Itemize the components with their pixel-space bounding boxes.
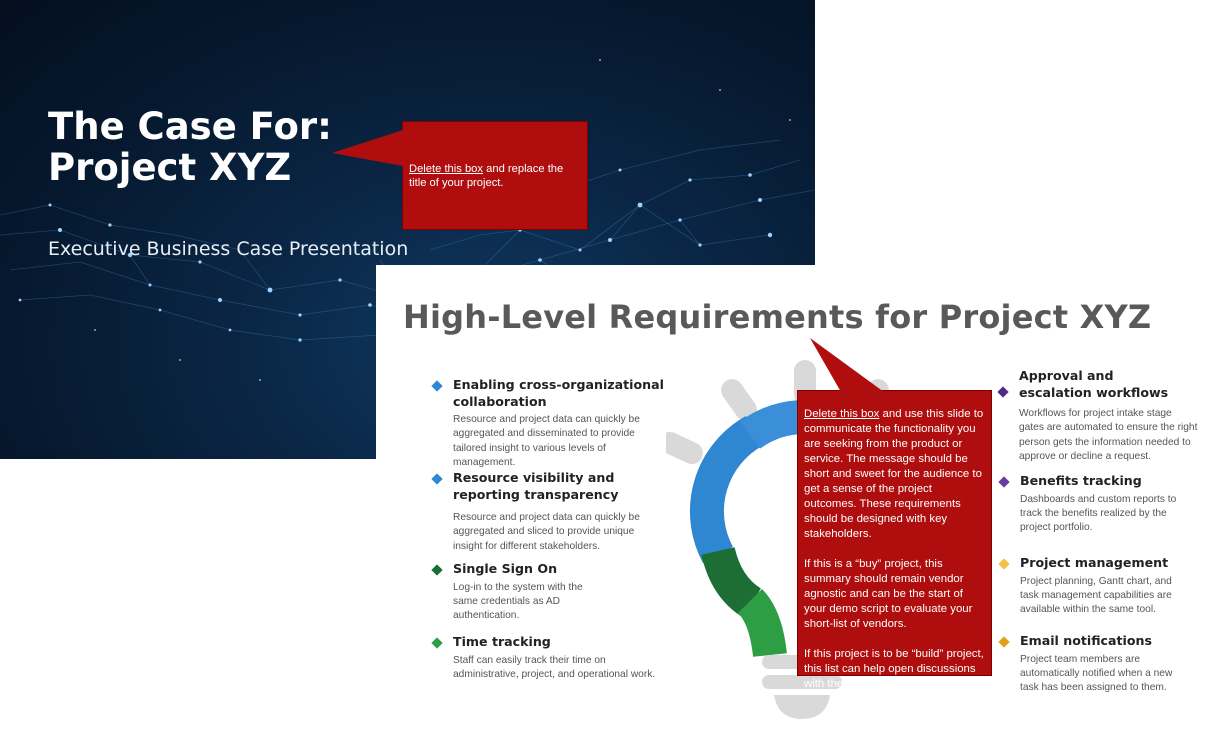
requirement-description: Project planning, Gantt chart, and task … [1020,575,1172,616]
requirement-description: Project team members are automatically n… [1020,653,1173,694]
callout-text: and use this slide to communicate the fu… [804,408,984,540]
requirements-note-callout[interactable]: Delete this box and use this slide to co… [797,390,992,690]
requirement-description: Resource and project data can quickly be… [453,512,640,552]
delete-box-link[interactable]: Delete this box [804,408,879,420]
delete-box-link[interactable]: Delete this box [409,163,483,175]
requirement-description: Staff can easily track their time on adm… [453,654,656,680]
callout-paragraph-1: Delete this box and use this slide to co… [804,407,985,542]
requirement-email-notifications: Email notifications Project team members… [998,633,1230,696]
title-slide-subtitle: Executive Business Case Presentation [48,238,409,260]
diamond-bullet-icon [998,476,1010,488]
title-slide-note-callout[interactable]: Delete this box and replace the title of… [402,121,588,230]
diamond-bullet-icon [998,558,1010,570]
diamond-bullet-icon [431,473,443,485]
requirement-title: Project management [1020,555,1169,570]
diamond-bullet-icon [431,564,443,576]
requirements-slide-title: High-Level Requirements for Project XYZ [403,298,1152,336]
requirement-title: Enabling cross-organizational collaborat… [453,377,664,409]
requirement-title: Single Sign On [453,561,558,576]
requirement-description: Dashboards and custom reports to track t… [1020,493,1177,534]
requirement-title: Resource visibility and reporting transp… [453,470,619,502]
diamond-bullet-icon [431,380,443,392]
requirement-resource-visibility: Resource visibility and reporting transp… [431,470,668,554]
requirement-single-sign-on: Single Sign On Log-in to the system with… [431,561,668,624]
requirement-time-tracking: Time tracking Staff can easily track the… [431,634,668,682]
diamond-bullet-icon [997,386,1009,398]
requirement-approval-workflows: Approval and escalation workflows Workfl… [997,368,1230,465]
requirement-description: Log-in to the system with the same crede… [453,581,583,622]
title-line-1: The Case For: [48,105,332,148]
title-line-2: Project XYZ [48,146,292,189]
callout-paragraph-3: If this project is to be “build” project… [804,648,984,690]
title-slide-heading: The Case For: Project XYZ [48,106,332,188]
requirement-title: Approval and escalation workflows [1019,368,1169,400]
callout-pointer-icon [810,338,884,392]
callout-paragraph-2: If this is a “buy” project, this summary… [804,558,973,630]
requirement-title: Benefits tracking [1020,473,1142,488]
requirement-description: Workflows for project intake stage gates… [1019,408,1198,463]
requirement-project-management: Project management Project planning, Gan… [998,555,1230,618]
requirement-description: Resource and project data can quickly be… [453,414,640,469]
diamond-bullet-icon [998,636,1010,648]
requirement-collaboration: Enabling cross-organizational collaborat… [431,377,668,471]
requirement-title: Time tracking [453,634,551,649]
diamond-bullet-icon [431,637,443,649]
callout-pointer-icon [332,130,403,166]
requirement-benefits-tracking: Benefits tracking Dashboards and custom … [998,473,1230,536]
requirement-title: Email notifications [1020,633,1152,648]
